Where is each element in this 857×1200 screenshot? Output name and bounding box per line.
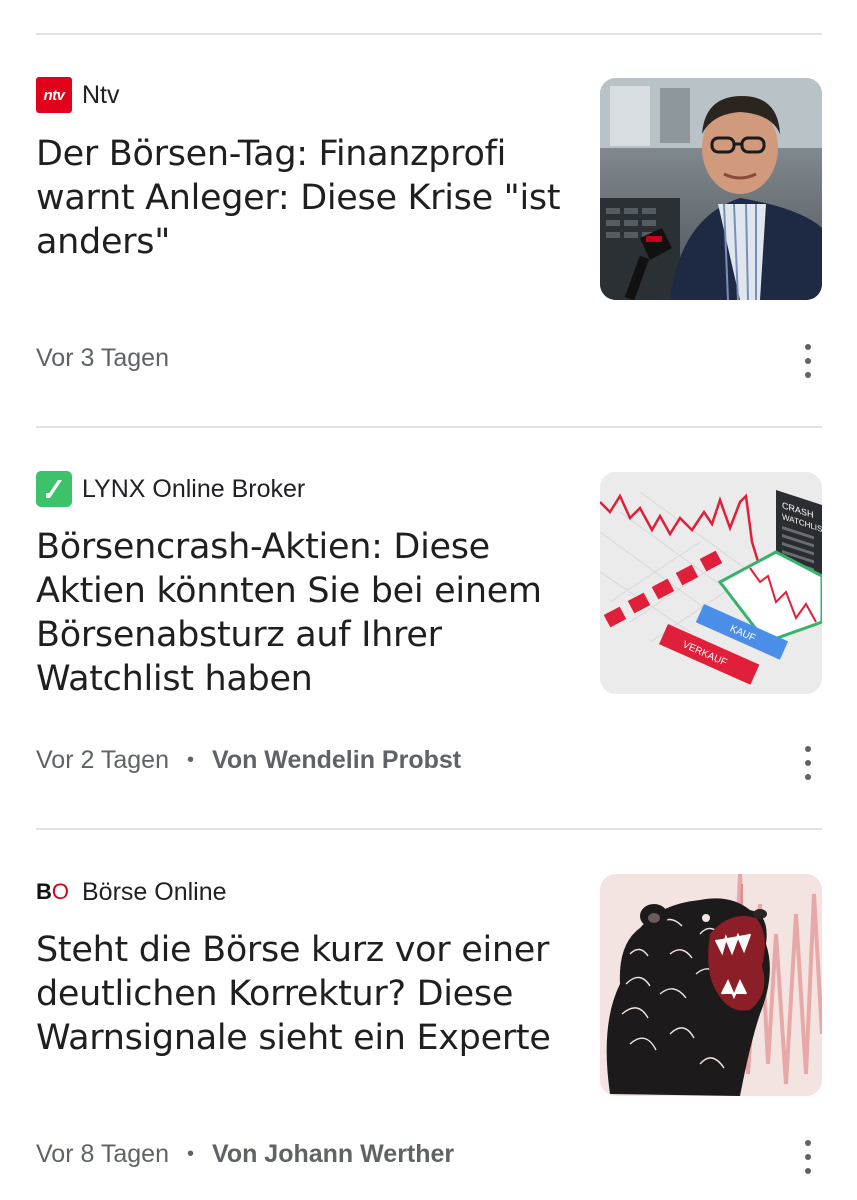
- separator-dot: •: [186, 1143, 194, 1165]
- source-name: Börse Online: [82, 877, 227, 906]
- headline[interactable]: Börsencrash-Aktien: Diese Aktien könnten…: [36, 525, 566, 701]
- more-vert-icon[interactable]: [796, 746, 820, 780]
- source-row: BO Börse Online: [36, 874, 227, 910]
- article-thumbnail[interactable]: CRASH WATCHLIST KAUF VERKAUF: [600, 472, 822, 694]
- ntv-logo-icon: ntv: [36, 77, 72, 113]
- headline[interactable]: Der Börsen-Tag: Finanzprofi warnt Anlege…: [36, 132, 566, 264]
- divider: [36, 828, 822, 830]
- article-thumbnail[interactable]: [600, 78, 822, 300]
- article-thumbnail[interactable]: [600, 874, 822, 1096]
- lynx-logo-icon: [36, 471, 72, 507]
- separator-dot: •: [186, 749, 194, 771]
- meta-row: Vor 2 Tagen • Von Wendelin Probst: [36, 746, 461, 775]
- meta-row: Vor 8 Tagen • Von Johann Werther: [36, 1140, 454, 1169]
- source-row: ntv Ntv: [36, 77, 120, 113]
- timestamp: Vor 3 Tagen: [36, 344, 169, 372]
- man-with-microphone-image: [600, 78, 822, 300]
- timestamp: Vor 2 Tagen: [36, 746, 169, 774]
- divider: [36, 426, 822, 428]
- source-row: LYNX Online Broker: [36, 471, 305, 507]
- bo-logo-icon: BO: [36, 879, 70, 904]
- author[interactable]: Von Johann Werther: [212, 1140, 454, 1169]
- divider: [36, 33, 822, 35]
- more-vert-icon[interactable]: [796, 1140, 820, 1174]
- author[interactable]: Von Wendelin Probst: [212, 746, 461, 775]
- timestamp: Vor 8 Tagen: [36, 1140, 169, 1168]
- headline[interactable]: Steht die Börse kurz vor einer deutliche…: [36, 928, 566, 1060]
- logo-text: ntv: [43, 86, 66, 104]
- roaring-bear-image: [600, 874, 822, 1096]
- meta-row: Vor 3 Tagen: [36, 344, 169, 373]
- source-name: LYNX Online Broker: [82, 474, 306, 503]
- more-vert-icon[interactable]: [796, 344, 820, 378]
- source-name: Ntv: [82, 80, 120, 109]
- crash-chart-image: CRASH WATCHLIST KAUF VERKAUF: [600, 472, 822, 694]
